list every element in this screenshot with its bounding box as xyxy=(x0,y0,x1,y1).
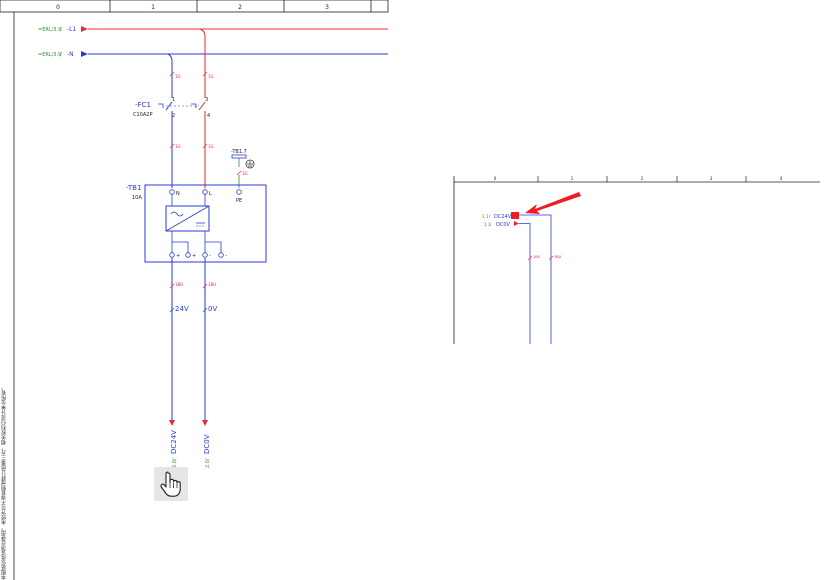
n-input-ref: =ERL/3.9 xyxy=(38,52,61,58)
svg-text:DC24V: DC24V xyxy=(170,430,178,454)
svg-text:2: 2 xyxy=(641,176,644,181)
power-supply-tb1[interactable]: -TB1 10A N L PE + + - - xyxy=(126,184,267,263)
left-sheet: 0 1 2 3 =ERL/3.9 / -L1 =ERL/3.9 / -N 1G … xyxy=(0,0,389,580)
svg-text:/: / xyxy=(489,214,491,219)
left-col-label-2: 2 xyxy=(238,4,242,11)
left-col-label-0: 0 xyxy=(56,4,60,11)
svg-text:L: L xyxy=(209,191,212,197)
dc0v-output-label[interactable]: 2.0 / DC0V xyxy=(203,434,211,468)
highlight-marker xyxy=(511,212,519,219)
psu-tag: -TB1 xyxy=(126,184,141,192)
l1-arrow-icon xyxy=(81,26,88,32)
svg-text:/: / xyxy=(172,458,178,460)
n-arrow-icon xyxy=(81,51,88,57)
n-input-signal[interactable]: -N xyxy=(67,51,74,58)
breaker-type: C10A2P xyxy=(133,112,152,118)
svg-text:/: / xyxy=(60,27,62,33)
right-sheet: 0 1 2 3 4 1.1 / DC24V 1.1 / DC0V 1BU 1BU xyxy=(453,176,820,345)
right-dc0v-signal[interactable]: DC0V xyxy=(496,222,511,228)
svg-text:3: 3 xyxy=(205,97,208,103)
right-dc0v-wire[interactable] xyxy=(519,223,531,345)
svg-text:1: 1 xyxy=(172,97,175,103)
terminal-tb1-7[interactable]: -TB1.7 1G xyxy=(231,149,255,188)
l1-input-ref: =ERL/3.9 xyxy=(38,27,61,33)
svg-text:DC0V: DC0V xyxy=(203,434,211,454)
svg-text:1BU: 1BU xyxy=(533,255,541,259)
svg-text:+: + xyxy=(192,253,196,259)
svg-text:1BU: 1BU xyxy=(554,255,562,259)
svg-text:1G: 1G xyxy=(175,144,181,149)
left-col-label-1: 1 xyxy=(151,4,155,11)
svg-text:3: 3 xyxy=(710,176,713,181)
schematic-canvas[interactable]: 0 1 2 3 =ERL/3.9 / -L1 =ERL/3.9 / -N 1G … xyxy=(0,0,830,580)
side-disclaimer: 本图纸仅供该项目使用，未经许可不得复制或转让给第三方，相关权利归设计单位所有。 xyxy=(1,385,7,580)
red-arrow-icon xyxy=(525,192,581,214)
svg-text:0: 0 xyxy=(494,176,497,181)
svg-text:1: 1 xyxy=(571,176,574,181)
right-dc24v-wire[interactable] xyxy=(519,214,552,344)
svg-text:1G: 1G xyxy=(175,74,181,79)
svg-text:1.1: 1.1 xyxy=(482,214,489,219)
svg-text:-: - xyxy=(225,253,227,259)
dc24v-output-label[interactable]: 2.0 / DC24V xyxy=(170,430,178,468)
svg-text:2.0: 2.0 xyxy=(205,460,211,468)
label-0v: 0V xyxy=(208,305,217,313)
svg-text:2: 2 xyxy=(172,113,175,119)
svg-text:1G: 1G xyxy=(242,171,248,176)
breaker-tag: -FC1 xyxy=(135,101,151,109)
left-col-label-3: 3 xyxy=(325,4,329,11)
svg-text:-TB1.7: -TB1.7 xyxy=(231,149,247,155)
svg-text:/: / xyxy=(490,222,492,227)
svg-text:1BU: 1BU xyxy=(208,282,216,287)
svg-text:4: 4 xyxy=(207,113,210,119)
svg-text:N: N xyxy=(176,191,180,197)
svg-text:+: + xyxy=(176,253,180,259)
svg-text:PE: PE xyxy=(236,198,242,204)
right-dc24v-signal[interactable]: DC24V xyxy=(494,214,512,220)
label-24v: 24V xyxy=(175,305,189,313)
hand-pointer-icon xyxy=(160,471,181,497)
psu-rating: 10A xyxy=(132,195,142,201)
svg-text:1BU: 1BU xyxy=(175,282,183,287)
cursor-highlight xyxy=(154,467,188,501)
svg-text:4: 4 xyxy=(780,176,783,181)
l1-input-signal[interactable]: -L1 xyxy=(67,26,77,33)
breaker-fc1[interactable]: 1 3 2 4 -FC1 C10A2P xyxy=(133,97,210,120)
svg-text:/: / xyxy=(60,52,62,58)
svg-text:1G: 1G xyxy=(208,74,214,79)
svg-text:-: - xyxy=(209,253,211,259)
svg-text:1G: 1G xyxy=(208,144,214,149)
l1-drop-wire[interactable] xyxy=(199,28,206,98)
svg-text:/: / xyxy=(205,458,211,460)
